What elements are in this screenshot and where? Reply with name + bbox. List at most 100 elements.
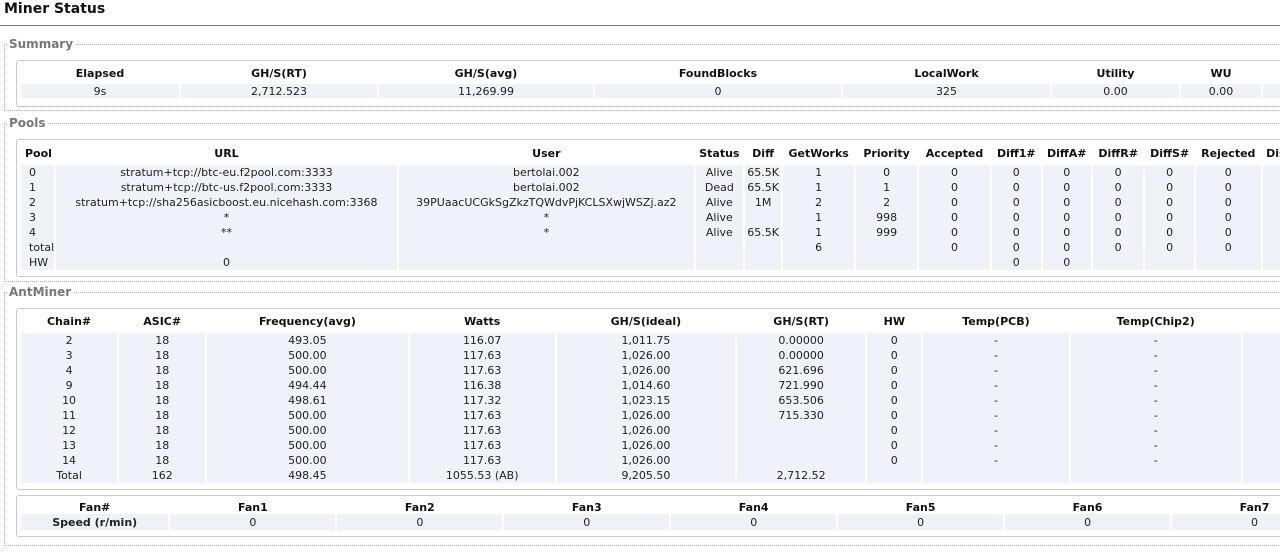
chain-cell-asic: 18	[119, 348, 206, 363]
chain-header-temp-pcb: Temp(PCB)	[962, 315, 1030, 328]
pool-cell-diffs: 0	[1145, 225, 1194, 240]
pool-cell-pool: 2	[21, 195, 54, 210]
chain-cell-gh-s-rt: 715.330	[737, 408, 866, 423]
chain-cell-gh-s-ideal: 9,205.50	[556, 468, 736, 483]
chain-row: 13 18 500.00 117.63 1,026.00 0- -	[21, 438, 1280, 453]
chain-cell-chain: 12	[21, 423, 118, 438]
pool-header-diff: Diff	[752, 147, 774, 160]
chain-cell-watts: 1055.53 (AB)	[409, 468, 555, 483]
pool-cell-diff1: 0	[992, 225, 1041, 240]
chain-cell-gh-s-rt	[737, 453, 866, 468]
fan-header-fan3: Fan3	[571, 500, 602, 514]
fan-header-fan7: Fan7	[1239, 500, 1270, 514]
chain-cell-temp-pcb: -	[923, 408, 1069, 423]
pool-header-diffa: DiffA#	[1046, 147, 1087, 160]
fan-header-fan5: Fan5	[905, 500, 936, 514]
chain-cell-gh-s-ideal: 1,011.75	[556, 333, 736, 348]
chain-cell-temp-chip2: -	[1070, 393, 1241, 408]
summary-header-col-7	[1263, 66, 1280, 80]
pool-cell-accepted: 0	[918, 225, 991, 240]
pools-panel: Pool URL User Status Diff GetWorks Priority Acc…	[16, 139, 1280, 277]
chain-cell-col-9	[1242, 333, 1280, 348]
pool-cell-rejected: 0	[1195, 195, 1261, 210]
chain-cell-col-9	[1242, 363, 1280, 378]
chain-cell-frequency-avg: 500.00	[207, 348, 408, 363]
chain-row: 11 18 500.00 117.63 1,026.00 715.330 0- -	[21, 408, 1280, 423]
pool-cell-disca	[1262, 255, 1280, 270]
chain-header-temp-chip2: Temp(Chip2)	[1116, 315, 1195, 328]
pool-cell-diffr: 0	[1092, 225, 1144, 240]
summary-cell-elapsed: 9s	[21, 84, 179, 98]
summary-row: 9s 2,712.523 11,269.99 0 325 0.00 0.00	[21, 84, 1280, 98]
chain-cell-gh-s-rt: 0.00000	[737, 333, 866, 348]
pool-cell-rejected: 0	[1195, 225, 1261, 240]
summary-cell-wu: 0.00	[1181, 84, 1261, 98]
chain-cell-chain: 9	[21, 378, 118, 393]
pool-header-url: URL	[214, 147, 239, 160]
pool-cell-diffr: 0	[1092, 240, 1144, 255]
chain-cell-chain: 4	[21, 363, 118, 378]
summary-cell-gh-s-rt: 2,712.523	[181, 84, 377, 98]
chain-cell-col-9	[1242, 393, 1280, 408]
pool-cell-rejected	[1195, 255, 1261, 270]
chain-cell-chain: 14	[21, 453, 118, 468]
pool-cell-diff: 65.5K	[745, 225, 782, 240]
chain-cell-watts: 117.63	[409, 438, 555, 453]
chain-cell-watts: 116.07	[409, 333, 555, 348]
chain-cell-gh-s-ideal: 1,026.00	[556, 363, 736, 378]
chains-table: Chain# ASIC# Frequency(avg) Watts GH/S(ideal…	[19, 314, 1280, 483]
chain-header-frequency-avg: Frequency(avg)	[258, 315, 356, 328]
chain-cell-frequency-avg: 498.45	[207, 468, 408, 483]
summary-table: Elapsed GH/S(RT) GH/S(avg) FoundBlocks Local…	[19, 66, 1280, 98]
chain-row: 14 18 500.00 117.63 1,026.00 0- -	[21, 453, 1280, 468]
chain-cell-gh-s-ideal: 1,023.15	[556, 393, 736, 408]
fan-cell-fan2: 0	[337, 514, 503, 530]
chain-cell-hw: 0	[867, 333, 922, 348]
chain-cell-temp-pcb: -	[923, 363, 1069, 378]
chain-cell-temp-pcb	[923, 468, 1069, 483]
chain-cell-asic: 18	[119, 453, 206, 468]
pool-cell-rejected: 0	[1195, 210, 1261, 225]
chain-cell-hw: 0	[867, 408, 922, 423]
chain-cell-col-9	[1242, 453, 1280, 468]
pool-cell-priority	[856, 255, 917, 270]
fan-cell-fan3: 0	[504, 514, 670, 530]
chain-cell-frequency-avg: 498.61	[207, 393, 408, 408]
pool-cell-getworks: 1	[783, 225, 855, 240]
chain-cell-frequency-avg: 500.00	[207, 438, 408, 453]
pool-cell-rejected: 0	[1195, 240, 1261, 255]
chain-cell-gh-s-ideal: 1,026.00	[556, 423, 736, 438]
summary-header-localwork: LocalWork	[914, 66, 979, 80]
chain-cell-gh-s-rt	[737, 423, 866, 438]
pool-cell-user: bertolai.002	[399, 180, 694, 195]
chain-cell-gh-s-rt: 721.990	[737, 378, 866, 393]
fans-table: Fan# Fan1 Fan2 Fan3 Fan4 Fan5 Fan6 Fan7 Speed (…	[19, 500, 1280, 530]
pool-cell-url: stratum+tcp://btc-us.f2pool.com:3333	[55, 180, 397, 195]
pool-cell-diff1: 0	[992, 195, 1041, 210]
fan-cell-fan6: 0	[1005, 514, 1171, 530]
chain-cell-watts: 117.63	[409, 348, 555, 363]
pool-cell-diff1: 0	[992, 210, 1041, 225]
chain-cell-frequency-avg: 494.44	[207, 378, 408, 393]
pool-cell-priority: 999	[856, 225, 917, 240]
chain-cell-temp-chip2	[1070, 468, 1241, 483]
chain-cell-gh-s-rt: 0.00000	[737, 348, 866, 363]
chain-cell-hw: 0	[867, 453, 922, 468]
chain-cell-temp-chip2: -	[1070, 423, 1241, 438]
pool-cell-user: *	[399, 210, 694, 225]
pool-cell-pool: total	[21, 240, 54, 255]
chain-cell-temp-chip2: -	[1070, 378, 1241, 393]
pool-cell-rejected: 0	[1195, 165, 1261, 180]
summary-header-utility: Utility	[1096, 66, 1135, 80]
pool-cell-url: *	[55, 210, 397, 225]
pool-cell-getworks: 1	[783, 210, 855, 225]
pool-cell-diff1: 0	[992, 180, 1041, 195]
fan-header-fan: Fan#	[79, 500, 111, 514]
pool-cell-diffa: 0	[1042, 225, 1091, 240]
pool-row: HW 0 0 0	[21, 255, 1280, 270]
pool-cell-diffr: 0	[1092, 180, 1144, 195]
chain-cell-hw: 0	[867, 348, 922, 363]
summary-cell-foundblocks: 0	[595, 84, 841, 98]
pool-cell-rejected: 0	[1195, 180, 1261, 195]
pool-row: 2 stratum+tcp://sha256asicboost.eu.niceha…	[21, 195, 1280, 210]
